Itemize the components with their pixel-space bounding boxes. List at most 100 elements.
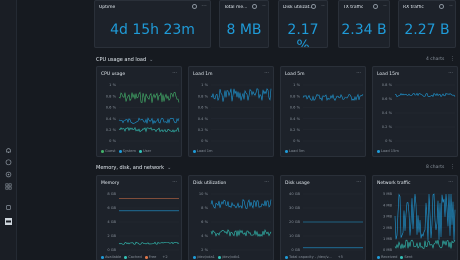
total-memory-card: Total me... ·· 8 MB [219,0,269,48]
disk-utilization-card: Disk utilizat... ·· 2.17 % [278,0,328,48]
y-tick-label: 3 MB [383,215,393,219]
stat-value: 2.27 B [404,22,450,38]
y-tick-label: 0 % [293,139,300,143]
y-tick-label: 0 % [109,139,116,143]
y-tick-label: 4 MB [383,203,393,207]
stat-info-icon[interactable] [439,4,444,9]
y-tick-label: 0.6 % [290,106,301,110]
y-tick-label: 0.4 % [382,111,393,115]
more-menu-icon[interactable]: ·· [383,3,387,9]
dashboard-main: Uptime ··· 4d 15h 23m Total me... ·· 8 M… [92,0,460,260]
stat-title: Disk utilizat... [283,5,312,10]
legend-more[interactable]: +5 [338,255,343,259]
legend-item[interactable]: Load 15m [377,149,399,153]
memory-chart: Memory ··· 8 GB 6 GB 4 GB 2 GB 0 GB Available Ca… [96,175,182,260]
y-tick-label: 20 GB [289,220,301,224]
legend-item[interactable]: Total capacity - /dev/v... [285,255,332,259]
series-line [302,93,364,102]
y-tick-label: 1 % [109,83,116,87]
legend-label: /dev/vda1 [197,255,215,259]
gear-icon[interactable] [5,171,12,178]
section-header-cpu[interactable]: CPU usage and load ⌄ [96,57,153,63]
y-tick-label: 1 % [201,83,208,87]
cpu-usage-chart: CPU usage ··· 1 % 0.8 % 0.6 % 0.4 % 0.2 % 0 % Gu… [96,66,182,157]
legend-swatch [285,255,288,259]
stat-value: 2.34 B [341,22,387,38]
load-15m-chart: Load 15m ··· 0.8 % 0.6 % 0.4 % 0.2 % 0 % Load 1… [372,66,458,157]
chart-plot[interactable]: 1 % 0.8 % 0.6 % 0.4 % 0.2 % 0 % [189,67,274,157]
y-tick-label: 5 MB [383,192,393,196]
stat-title: TX traffic [343,5,364,10]
chart-plot[interactable]: 10 % 8 % 6 % 4 % 2 % [189,176,274,260]
section-chart-count: 8 charts [426,165,445,170]
legend-label: Total capacity - /dev/v... [289,255,332,259]
more-menu-icon[interactable]: ·· [262,3,266,9]
series-line [118,91,180,104]
legend-item[interactable]: Received [377,255,397,259]
legend-label: User [142,149,152,153]
legend-swatch [138,149,142,153]
stat-info-icon[interactable] [373,4,378,9]
y-tick-label: 0.2 % [290,128,301,132]
y-tick-label: 0.2 % [106,128,117,132]
section-chart-count: 4 charts [426,57,445,62]
chart-legend: Guest System User [101,149,154,153]
bell-icon[interactable] [5,147,12,154]
more-menu-icon[interactable]: ⋮ [450,164,455,170]
legend-more[interactable]: +2 [162,255,167,259]
grid-icon[interactable] [5,183,12,190]
legend-swatch [217,255,221,259]
chart-plot[interactable]: 40 GB 30 GB 20 GB 10 GB 0 GB [281,176,366,260]
legend-item[interactable]: Available [101,255,121,259]
legend-item[interactable]: System [118,149,136,153]
profile-icon[interactable] [5,218,12,225]
y-tick-label: 10 % [199,192,209,196]
chat-icon[interactable] [5,159,12,166]
section-header-memory[interactable]: Memory, disk, and network ⌄ [96,165,171,171]
stat-value: 8 MB [226,22,262,38]
y-tick-label: 1 % [293,83,300,87]
uptime-card: Uptime ··· 4d 15h 23m [94,0,211,48]
y-tick-label: 10 GB [289,234,301,238]
legend-item[interactable]: Sent [400,255,413,259]
y-tick-label: 0 % [201,139,208,143]
bug-icon[interactable] [5,204,12,211]
y-tick-label: 6 % [201,220,208,224]
y-tick-label: 4 GB [107,220,116,224]
legend-item[interactable]: Cached [124,255,142,259]
chart-legend: Received Sent [377,255,416,259]
stat-info-icon[interactable] [311,4,316,9]
more-menu-icon[interactable]: ·· [321,3,325,9]
load-1m-chart: Load 1m ··· 1 % 0.8 % 0.6 % 0.4 % 0.2 % 0 % Load… [188,66,274,157]
chart-plot[interactable]: 1 % 0.8 % 0.6 % 0.4 % 0.2 % 0 % [281,67,366,157]
y-tick-label: 2 % [201,248,208,252]
chart-legend: Load 1m [193,149,216,153]
series-line [118,117,180,125]
more-menu-icon[interactable]: ··· [201,3,207,9]
chart-plot[interactable]: 1 % 0.8 % 0.6 % 0.4 % 0.2 % 0 % [97,67,182,157]
legend-label: System [122,149,136,153]
stat-info-icon[interactable] [252,4,257,9]
legend-item[interactable]: Free [144,255,156,259]
chart-plot[interactable]: 5 MB 4 MB 3 MB 2 MB 1 MB 0 MB [373,176,458,260]
legend-item[interactable]: /dev/vda1 [193,255,215,259]
legend-item[interactable]: Load 1m [193,149,213,153]
more-menu-icon[interactable]: ·· [449,3,453,9]
stat-value: 2.17 % [287,22,319,48]
legend-item[interactable]: Guest [101,149,116,153]
disk-usage-chart: Disk usage ··· 40 GB 30 GB 20 GB 10 GB 0 GB Tot… [280,175,366,260]
legend-swatch [377,255,380,259]
legend-item[interactable]: User [138,149,152,153]
y-tick-label: 0.8 % [198,94,209,98]
chart-plot[interactable]: 8 GB 6 GB 4 GB 2 GB 0 GB [97,176,182,260]
chart-plot[interactable]: 0.8 % 0.6 % 0.4 % 0.2 % 0 % [373,67,458,157]
legend-swatch [377,149,380,153]
stat-title: Total me... [224,5,248,10]
legend-item[interactable]: Load 5m [285,149,305,153]
legend-label: Cached [128,255,142,259]
legend-item[interactable]: /dev/vdb1 [217,255,240,259]
stat-info-icon[interactable] [192,4,197,9]
chart-legend: Total capacity - /dev/v... +5 [285,255,343,259]
chevron-down-icon: ⌄ [149,57,154,63]
more-menu-icon[interactable]: ⋮ [450,56,455,62]
